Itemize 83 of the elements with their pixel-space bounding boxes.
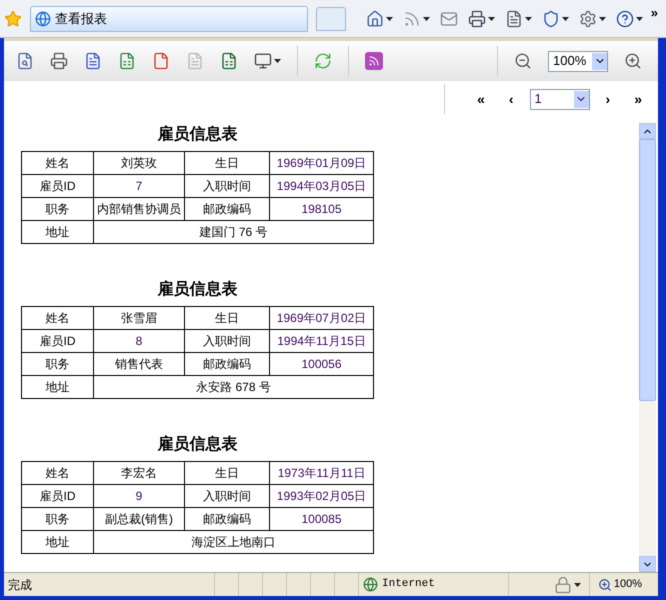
- page-icon[interactable]: [504, 10, 532, 28]
- table-cell-text: 1993年02月05日: [276, 488, 368, 505]
- settings-icon[interactable]: [578, 10, 606, 28]
- table-cell: 8: [94, 330, 185, 352]
- table-cell: 职务: [22, 198, 94, 220]
- table-cell: 刘英玫: [94, 152, 185, 174]
- table-cell: 生日: [185, 152, 270, 174]
- table-cell: 入职时间: [185, 485, 270, 507]
- table-cell: 地址: [22, 376, 94, 398]
- table-cell: 职务: [22, 508, 94, 530]
- report-title: 雇员信息表: [158, 434, 238, 455]
- table-cell: 7: [94, 175, 185, 197]
- feeds-icon[interactable]: [402, 10, 430, 28]
- browser-tab[interactable]: 查看报表: [30, 6, 308, 32]
- table-cell-text: 永安路 678 号: [195, 379, 272, 396]
- table-cell-text: 1969年01月09日: [276, 155, 368, 172]
- table-cell-text: 100056: [300, 356, 343, 373]
- rss-icon[interactable]: [365, 52, 383, 70]
- table-cell: 姓名: [22, 152, 94, 174]
- mail-icon[interactable]: [440, 10, 458, 28]
- last-page-button[interactable]: »: [634, 88, 642, 110]
- zone-text: Internet: [382, 577, 435, 592]
- zoom-out-icon[interactable]: [514, 52, 532, 70]
- table-cell-text: 1994年11月15日: [276, 333, 367, 350]
- table-cell-text: 1969年07月02日: [276, 310, 368, 327]
- spreadsheet-icon[interactable]: [220, 52, 238, 70]
- table-cell: 销售代表: [94, 353, 185, 375]
- table-cell-text: 1973年11月11日: [276, 465, 366, 482]
- scroll-up-icon[interactable]: [639, 123, 656, 139]
- first-page-button[interactable]: «: [477, 88, 485, 110]
- scrollbar[interactable]: [639, 123, 656, 572]
- table-cell: 地址: [22, 531, 94, 553]
- report-title: 雇员信息表: [158, 124, 238, 145]
- table-cell: 邮政编码: [185, 508, 270, 530]
- monitor-icon[interactable]: [254, 52, 281, 70]
- table-cell: 李宏名: [94, 462, 185, 484]
- table-cell: 内部销售协调员: [94, 198, 185, 220]
- next-page-button[interactable]: ›: [606, 88, 610, 110]
- table-cell: 9: [94, 485, 185, 507]
- table-cell: 入职时间: [185, 175, 270, 197]
- table-cell-text: 198105: [300, 201, 343, 218]
- table-cell: 雇员ID: [22, 485, 94, 507]
- excel-export-icon[interactable]: [118, 52, 136, 70]
- globe-icon: [363, 577, 378, 592]
- status-zoom[interactable]: 100%: [614, 576, 642, 593]
- word-export-icon[interactable]: [84, 52, 102, 70]
- report-title: 雇员信息表: [158, 279, 238, 300]
- previous-page-button[interactable]: ‹: [508, 88, 514, 110]
- zoom-select[interactable]: 100%: [548, 50, 608, 72]
- table-cell-text: 1994年03月05日: [276, 178, 368, 195]
- preview-icon[interactable]: [16, 52, 34, 70]
- home-icon[interactable]: [366, 10, 393, 28]
- table-cell: 副总裁(销售): [94, 508, 185, 530]
- more-tools-button[interactable]: »: [650, 2, 658, 22]
- table-cell: 雇员ID: [22, 175, 94, 197]
- page-select[interactable]: 1: [530, 88, 590, 110]
- table-cell: 生日: [185, 307, 270, 329]
- print-icon[interactable]: [468, 10, 495, 28]
- table-cell: 邮政编码: [185, 353, 270, 375]
- browser-logo-icon: [35, 10, 51, 26]
- table-cell: 职务: [22, 353, 94, 375]
- zoom-in-icon[interactable]: [624, 52, 642, 70]
- status-text: 完成: [7, 576, 33, 594]
- scroll-down-icon[interactable]: [639, 556, 656, 572]
- zoom-icon: [598, 578, 612, 592]
- favorites-star-icon[interactable]: [4, 10, 22, 28]
- table-cell: 姓名: [22, 462, 94, 484]
- pdf-export-icon[interactable]: [152, 52, 170, 70]
- table-cell: 入职时间: [185, 330, 270, 352]
- refresh-icon[interactable]: [314, 52, 332, 70]
- lock-icon[interactable]: [554, 576, 581, 594]
- table-cell-text: 100085: [300, 511, 343, 528]
- table-cell: 邮政编码: [185, 198, 270, 220]
- table-cell: 雇员ID: [22, 330, 94, 352]
- shield-icon[interactable]: [542, 10, 569, 28]
- table-cell-text: 海淀区上地南口: [190, 534, 276, 551]
- print-icon[interactable]: [50, 52, 68, 70]
- table-cell: 生日: [185, 462, 270, 484]
- table-cell-text: 建国门 76 号: [198, 224, 268, 241]
- table-cell: 姓名: [22, 307, 94, 329]
- help-icon[interactable]: [616, 10, 643, 28]
- table-cell: 张雪眉: [94, 307, 185, 329]
- table-cell: 地址: [22, 221, 94, 243]
